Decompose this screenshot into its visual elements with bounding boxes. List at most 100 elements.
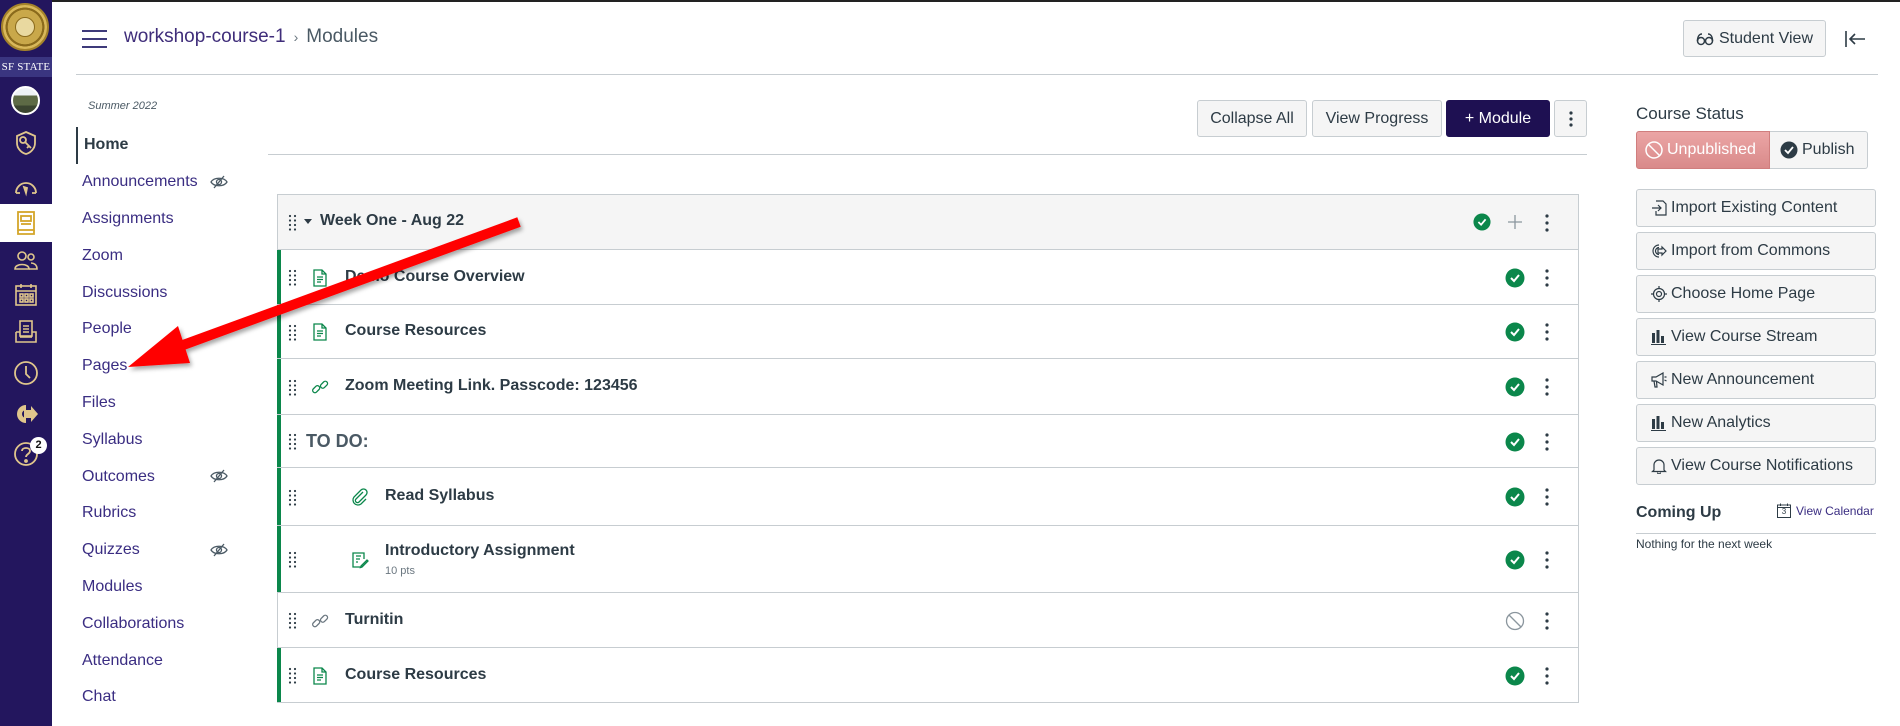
item-kebab-icon[interactable] xyxy=(1544,268,1550,287)
published-check-icon[interactable] xyxy=(1505,487,1525,507)
module-item-row[interactable]: TO DO: xyxy=(277,415,1578,468)
publish-button[interactable]: Publish xyxy=(1770,131,1868,169)
module-header[interactable]: Week One - Aug 22 xyxy=(278,195,1578,250)
course-nav-modules[interactable]: Modules xyxy=(76,569,256,606)
action-label: Import from Commons xyxy=(1671,242,1831,259)
item-kebab-icon[interactable] xyxy=(1544,378,1550,396)
bar-chart-icon xyxy=(1651,416,1666,431)
groups-nav-button[interactable] xyxy=(0,242,52,278)
published-check-icon[interactable] xyxy=(1505,550,1525,570)
course-nav-attendance[interactable]: Attendance xyxy=(76,642,256,679)
course-nav-discussions[interactable]: Discussions xyxy=(76,274,256,311)
inbox-nav-button[interactable] xyxy=(0,314,52,350)
student-view-button[interactable]: Student View xyxy=(1683,20,1826,57)
course-nav-files[interactable]: Files xyxy=(76,385,256,422)
course-nav-rubrics[interactable]: Rubrics xyxy=(76,495,256,532)
published-check-icon[interactable] xyxy=(1505,268,1525,288)
published-check-icon[interactable] xyxy=(1505,432,1525,452)
import-from-commons-button[interactable]: Import from Commons xyxy=(1636,232,1876,270)
drag-handle-icon[interactable] xyxy=(288,433,297,450)
breadcrumb-current: Modules xyxy=(306,26,379,47)
item-kebab-icon[interactable] xyxy=(1544,432,1550,451)
published-check-icon[interactable] xyxy=(1505,377,1525,397)
commons-nav-button[interactable] xyxy=(0,396,52,432)
action-label: View Course Notifications xyxy=(1671,457,1854,474)
unpublished-label: Unpublished xyxy=(1667,141,1756,158)
module-kebab-icon[interactable] xyxy=(1544,214,1550,232)
course-nav-people[interactable]: People xyxy=(76,311,256,348)
drag-handle-icon[interactable] xyxy=(288,489,297,506)
course-nav-chat[interactable]: Chat xyxy=(76,679,256,716)
new-announcement-button[interactable]: New Announcement xyxy=(1636,361,1876,399)
module-item-title[interactable]: Zoom Meeting Link. Passcode: 123456 xyxy=(345,377,638,395)
course-nav-zoom[interactable]: Zoom xyxy=(76,237,256,274)
module-item-row[interactable]: Turnitin xyxy=(278,593,1578,648)
unpublished-button[interactable]: Unpublished xyxy=(1636,131,1770,169)
view-progress-button[interactable]: View Progress xyxy=(1312,100,1442,137)
module-item-row[interactable]: Course Resources xyxy=(277,305,1578,359)
publish-check-icon xyxy=(1780,141,1798,159)
course-nav-quizzes[interactable]: Quizzes xyxy=(76,532,256,569)
admin-nav-button[interactable] xyxy=(0,125,52,161)
account-avatar[interactable] xyxy=(11,86,40,115)
drag-handle-icon[interactable] xyxy=(288,379,297,396)
course-term: Summer 2022 xyxy=(88,100,158,112)
add-item-icon[interactable] xyxy=(1508,215,1522,229)
new-analytics-button[interactable]: New Analytics xyxy=(1636,404,1876,442)
drag-handle-icon[interactable] xyxy=(288,551,297,568)
action-label: Choose Home Page xyxy=(1671,285,1816,302)
course-nav-syllabus[interactable]: Syllabus xyxy=(76,421,256,458)
published-check-icon[interactable] xyxy=(1473,213,1491,231)
add-module-button[interactable]: + Module xyxy=(1446,100,1550,137)
course-menu-toggle[interactable] xyxy=(82,30,107,48)
module-item-row[interactable]: Zoom Meeting Link. Passcode: 123456 xyxy=(277,359,1578,415)
item-kebab-icon[interactable] xyxy=(1544,550,1550,569)
collapse-all-button[interactable]: Collapse All xyxy=(1197,100,1307,137)
caret-down-icon[interactable] xyxy=(304,219,312,225)
course-nav-assignments[interactable]: Assignments xyxy=(76,201,256,238)
module-item-title[interactable]: Read Syllabus xyxy=(385,487,494,505)
drag-handle-icon[interactable] xyxy=(288,612,297,629)
history-nav-button[interactable] xyxy=(0,355,52,391)
choose-home-page-button[interactable]: Choose Home Page xyxy=(1636,275,1876,313)
published-check-icon[interactable] xyxy=(1505,322,1525,342)
breadcrumb-separator: › xyxy=(293,29,299,45)
courses-nav-button[interactable] xyxy=(0,204,52,242)
course-nav-home[interactable]: Home xyxy=(76,127,256,164)
dashboard-nav-button[interactable] xyxy=(0,168,52,204)
item-kebab-icon[interactable] xyxy=(1544,666,1550,685)
item-kebab-icon[interactable] xyxy=(1544,488,1550,506)
course-nav-pages[interactable]: Pages xyxy=(76,348,256,385)
view-calendar-link[interactable]: 3 View Calendar xyxy=(1777,503,1874,518)
action-label: New Analytics xyxy=(1671,414,1771,431)
module-item-title[interactable]: Turnitin xyxy=(345,611,403,629)
course-nav-collaborations[interactable]: Collaborations xyxy=(76,605,256,642)
published-check-icon[interactable] xyxy=(1505,666,1525,686)
module-item-row[interactable]: Demo Course Overview xyxy=(277,250,1578,305)
module-item-title[interactable]: Introductory Assignment xyxy=(385,542,575,560)
drag-handle-icon[interactable] xyxy=(288,214,297,231)
module-item-row[interactable]: Introductory Assignment 10 pts xyxy=(277,526,1578,593)
unpublished-icon[interactable] xyxy=(1505,611,1525,631)
module-item-title[interactable]: Demo Course Overview xyxy=(345,268,525,286)
breadcrumb-course-link[interactable]: workshop-course-1 xyxy=(124,26,286,47)
module-item-title[interactable]: Course Resources xyxy=(345,322,486,340)
drag-handle-icon[interactable] xyxy=(288,667,297,684)
calendar-nav-button[interactable] xyxy=(0,277,52,313)
module-item-title[interactable]: Course Resources xyxy=(345,666,486,684)
import-existing-content-button[interactable]: Import Existing Content xyxy=(1636,189,1876,227)
module-item-row[interactable]: Course Resources xyxy=(277,648,1578,703)
item-kebab-icon[interactable] xyxy=(1544,323,1550,341)
more-options-button[interactable] xyxy=(1554,100,1587,137)
drag-handle-icon[interactable] xyxy=(288,324,297,341)
item-kebab-icon[interactable] xyxy=(1544,611,1550,630)
course-nav-label: Announcements xyxy=(82,173,198,191)
view-course-notifications-button[interactable]: View Course Notifications xyxy=(1636,447,1876,485)
module-item-row[interactable]: Read Syllabus xyxy=(277,468,1578,526)
collapse-sidebar-icon[interactable] xyxy=(1843,28,1867,50)
view-course-stream-button[interactable]: View Course Stream xyxy=(1636,318,1876,356)
course-nav-announcements[interactable]: Announcements xyxy=(76,164,256,201)
drag-handle-icon[interactable] xyxy=(288,269,297,286)
university-seal-logo[interactable] xyxy=(1,3,49,51)
course-nav-outcomes[interactable]: Outcomes xyxy=(76,458,256,495)
